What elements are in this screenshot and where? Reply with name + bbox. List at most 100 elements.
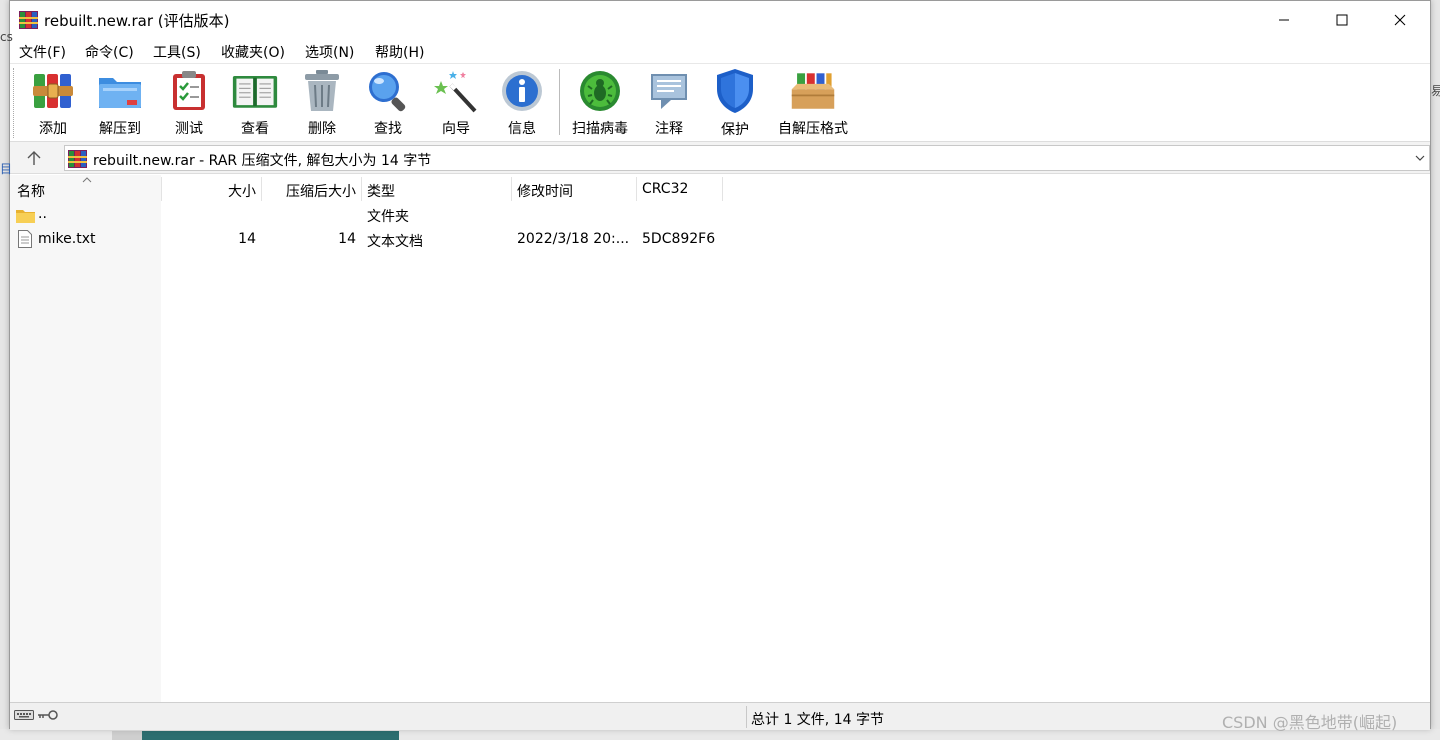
- close-button[interactable]: [1371, 1, 1429, 39]
- toolbar: 添加 解压到 测试 查看 删除 查找 向导 信息 扫描病毒 注释 保护 自解压格…: [10, 63, 1430, 141]
- view-label: 查看: [241, 121, 269, 137]
- winrar-window: rebuilt.new.rar (评估版本) 文件(F) 命令(C) 工具(S)…: [9, 0, 1431, 730]
- background-desktop-left: [0, 0, 9, 740]
- column-divider[interactable]: [361, 177, 362, 201]
- find-button[interactable]: 查找: [365, 68, 411, 138]
- background-taskbar-item: [142, 731, 399, 740]
- row-packed-size: 14: [338, 231, 356, 247]
- extract-to-button[interactable]: 解压到: [94, 68, 146, 138]
- up-folder-button[interactable]: [16, 146, 52, 170]
- test-clipboard-icon: [166, 68, 212, 113]
- folder-icon: [16, 210, 35, 223]
- column-divider[interactable]: [722, 177, 723, 201]
- title-bar[interactable]: rebuilt.new.rar (评估版本): [10, 1, 1430, 39]
- column-header-crc32[interactable]: CRC32: [642, 175, 688, 203]
- comment-button[interactable]: 注释: [646, 68, 692, 138]
- menu-help[interactable]: 帮助(H): [375, 42, 424, 62]
- protect-label: 保护: [721, 122, 749, 138]
- menu-bar: 文件(F) 命令(C) 工具(S) 收藏夹(O) 选项(N) 帮助(H): [10, 39, 1430, 63]
- column-header-name[interactable]: 名称: [17, 175, 45, 203]
- toolbar-separator: [559, 69, 560, 135]
- toolbar-grip[interactable]: [13, 68, 16, 138]
- column-header-size[interactable]: 大小: [161, 175, 256, 203]
- file-list[interactable]: 名称 大小 压缩后大小 类型 修改时间 CRC32 .. 文件夹 mike.tx…: [10, 175, 1430, 702]
- row-name: ..: [38, 206, 47, 222]
- view-book-icon: [232, 68, 278, 113]
- delete-label: 删除: [308, 121, 336, 137]
- row-type: 文件夹: [367, 209, 409, 225]
- virus-scan-label: 扫描病毒: [572, 121, 628, 137]
- text-file-icon: [18, 230, 32, 248]
- close-icon: [1394, 14, 1406, 26]
- path-text: rebuilt.new.rar - RAR 压缩文件, 解包大小为 14 字节: [93, 153, 432, 169]
- key-icon[interactable]: [37, 709, 59, 721]
- minimize-icon: [1279, 19, 1289, 21]
- add-archive-icon: [30, 68, 76, 113]
- status-bar: 总计 1 文件, 14 字节: [10, 702, 1430, 730]
- status-summary: 总计 1 文件, 14 字节: [751, 712, 884, 728]
- magic-wand-icon: [433, 68, 479, 113]
- column-divider[interactable]: [636, 177, 637, 201]
- address-bar: rebuilt.new.rar - RAR 压缩文件, 解包大小为 14 字节: [10, 141, 1430, 174]
- row-crc32: 5DC892F6: [642, 231, 716, 247]
- column-header-packed[interactable]: 压缩后大小: [261, 175, 356, 203]
- info-label: 信息: [508, 121, 536, 137]
- virus-scan-icon: [577, 68, 623, 113]
- row-size: 14: [238, 231, 256, 247]
- row-name: mike.txt: [38, 231, 96, 247]
- maximize-button[interactable]: [1313, 1, 1371, 39]
- sfx-label: 自解压格式: [778, 121, 848, 137]
- menu-file[interactable]: 文件(F): [19, 42, 66, 62]
- background-glyph: 目: [0, 162, 13, 176]
- sfx-button[interactable]: 自解压格式: [775, 68, 851, 138]
- info-icon: [499, 68, 545, 113]
- window-title: rebuilt.new.rar (评估版本): [44, 12, 230, 30]
- row-modified: 2022/3/18 20:...: [517, 231, 630, 247]
- wizard-button[interactable]: 向导: [433, 68, 479, 138]
- sort-ascending-icon: [82, 177, 92, 183]
- arrow-up-icon: [27, 151, 41, 165]
- column-header-type[interactable]: 类型: [367, 175, 395, 203]
- view-button[interactable]: 查看: [228, 68, 282, 138]
- menu-tools[interactable]: 工具(S): [153, 42, 201, 62]
- protect-button[interactable]: 保护: [712, 68, 758, 138]
- magnifier-icon: [365, 68, 411, 113]
- menu-options[interactable]: 选项(N): [305, 42, 354, 62]
- background-taskbar-item: [112, 731, 142, 740]
- background-glyph: cs: [0, 30, 13, 44]
- row-type: 文本文档: [367, 234, 423, 250]
- background-desktop-right: [1431, 0, 1440, 740]
- sfx-box-icon: [790, 68, 836, 113]
- extract-folder-icon: [97, 68, 143, 113]
- find-label: 查找: [374, 121, 402, 137]
- extract-to-label: 解压到: [99, 121, 141, 137]
- csdn-watermark: CSDN @黑色地带(崛起): [1222, 713, 1398, 732]
- delete-button[interactable]: 删除: [299, 68, 345, 138]
- status-divider: [746, 706, 747, 728]
- virus-scan-button[interactable]: 扫描病毒: [570, 68, 630, 138]
- menu-favorites[interactable]: 收藏夹(O): [221, 42, 285, 62]
- info-button[interactable]: 信息: [499, 68, 545, 138]
- path-combobox[interactable]: rebuilt.new.rar - RAR 压缩文件, 解包大小为 14 字节: [64, 145, 1430, 171]
- menu-commands[interactable]: 命令(C): [85, 42, 134, 62]
- wizard-label: 向导: [442, 121, 470, 137]
- column-header-modified[interactable]: 修改时间: [517, 175, 573, 203]
- test-button[interactable]: 测试: [166, 68, 212, 138]
- test-label: 测试: [175, 121, 203, 137]
- add-button[interactable]: 添加: [30, 68, 76, 138]
- name-column-background: [10, 175, 161, 702]
- rar-archive-icon: [68, 150, 87, 168]
- minimize-button[interactable]: [1255, 1, 1313, 39]
- comment-bubble-icon: [646, 68, 692, 113]
- column-divider[interactable]: [511, 177, 512, 201]
- chevron-down-icon[interactable]: [1414, 151, 1426, 165]
- trash-can-icon: [299, 68, 345, 113]
- background-glyph: 易: [1431, 84, 1440, 98]
- add-label: 添加: [39, 121, 67, 137]
- winrar-app-icon: [19, 11, 38, 29]
- shield-icon: [712, 68, 758, 114]
- comment-label: 注释: [655, 121, 683, 137]
- keyboard-icon[interactable]: [14, 709, 34, 721]
- status-icons: [14, 709, 59, 721]
- maximize-icon: [1336, 14, 1348, 26]
